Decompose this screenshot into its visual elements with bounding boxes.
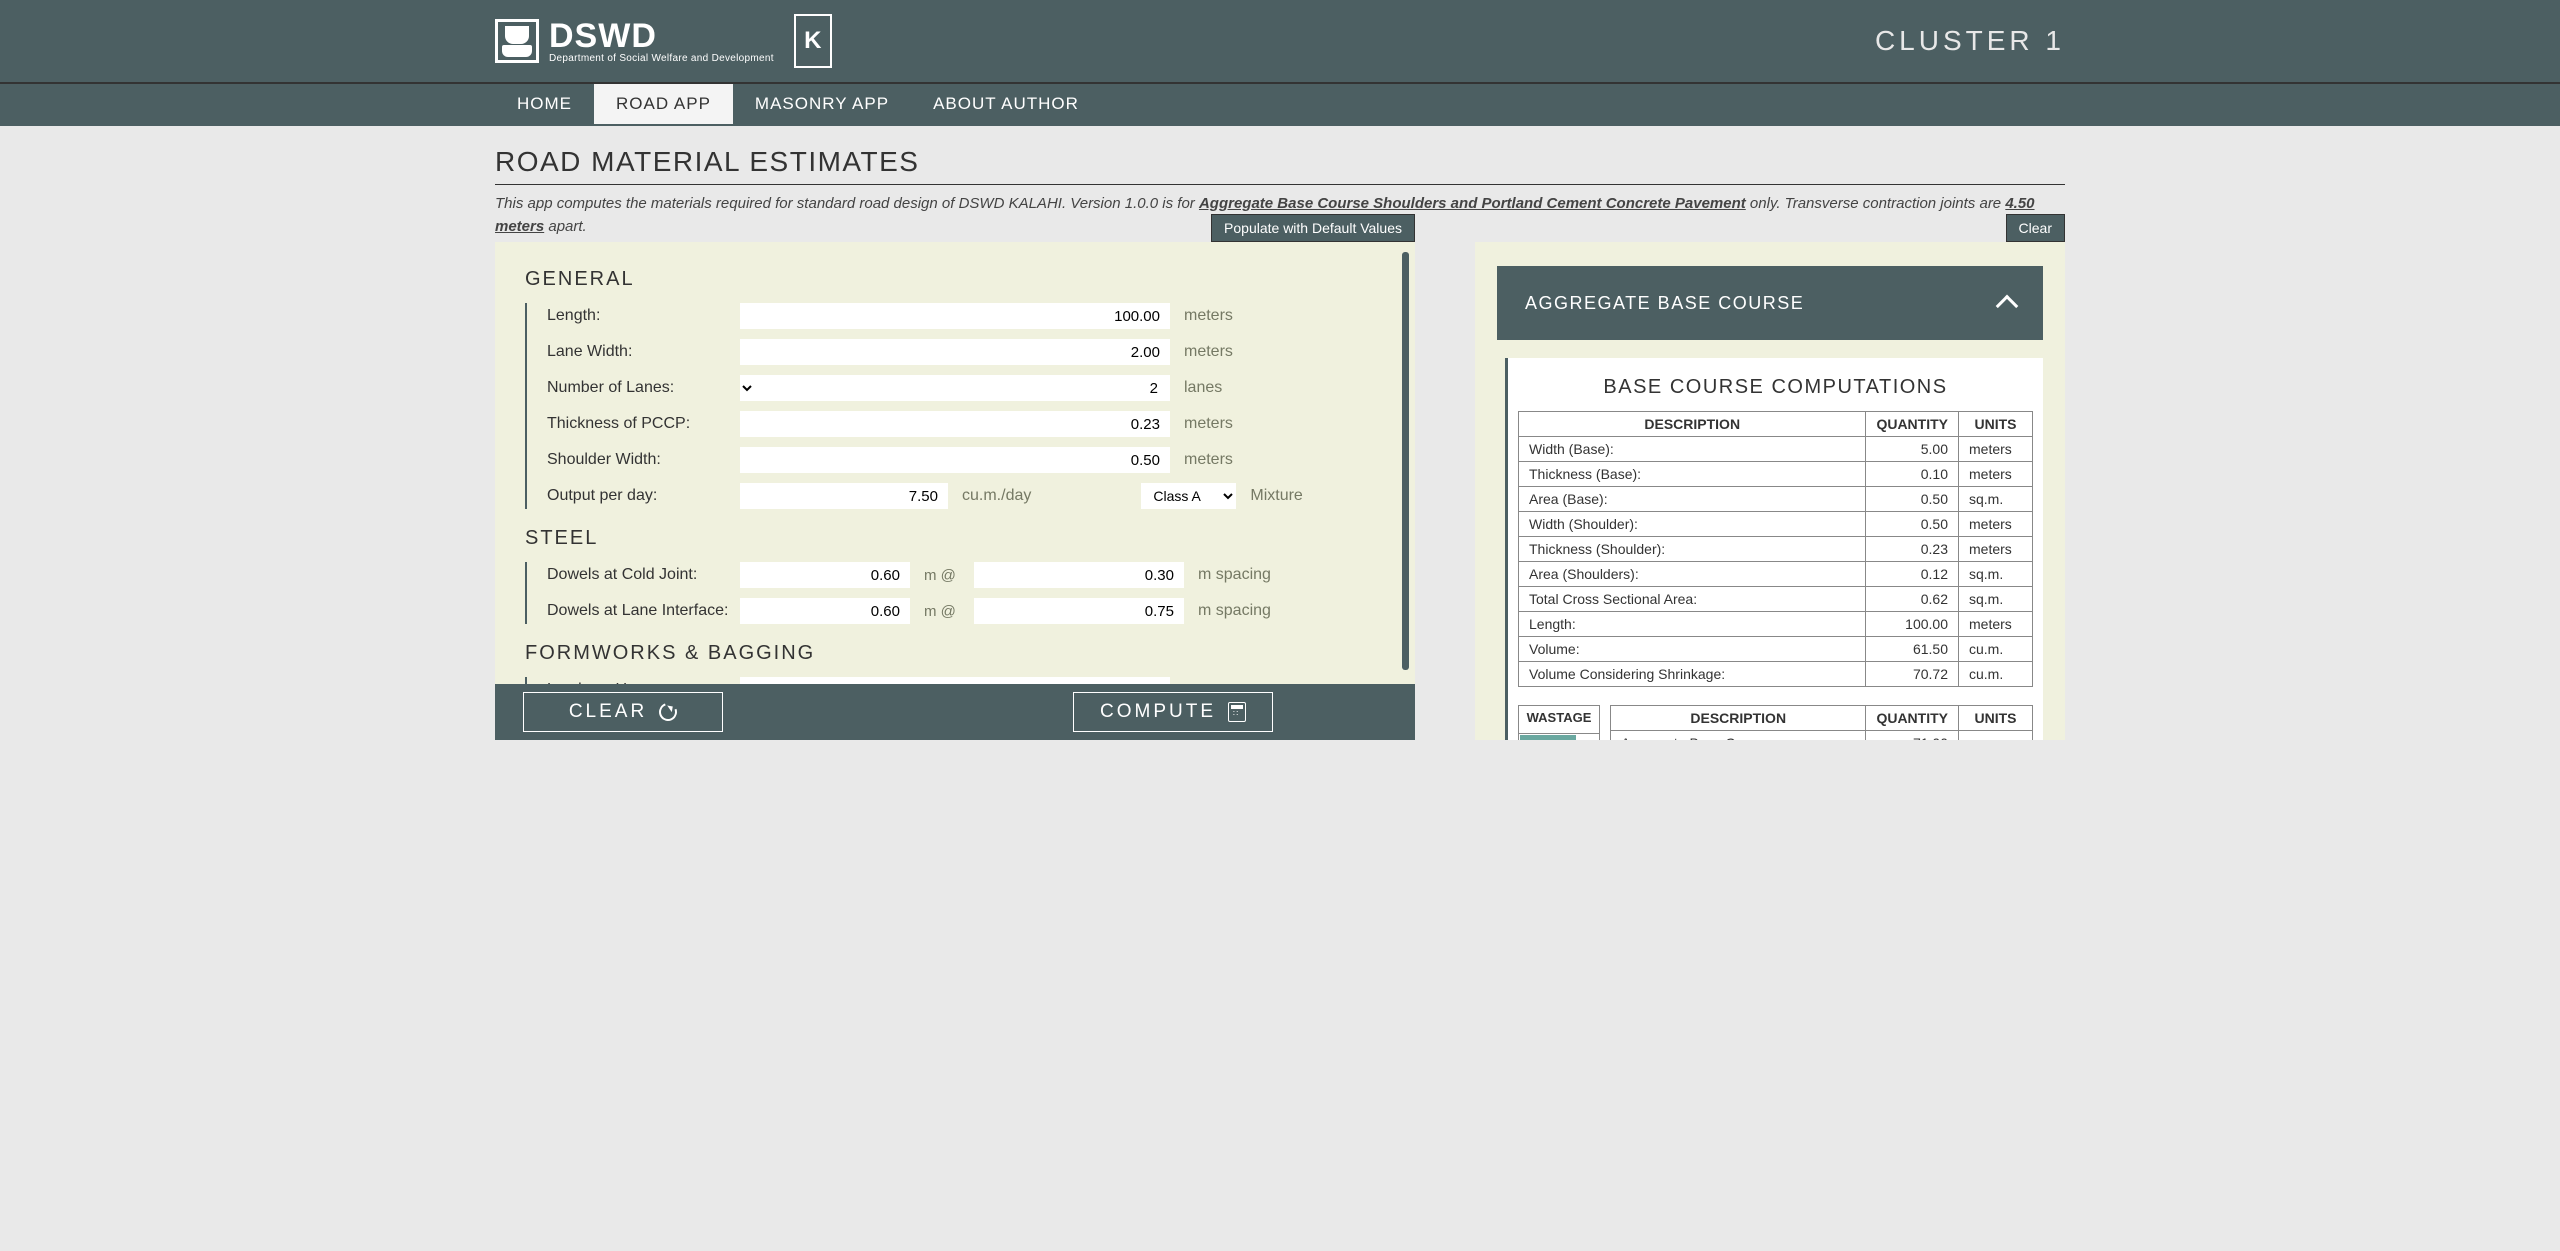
page-title: ROAD MATERIAL ESTIMATES: [495, 146, 2065, 178]
title-divider: [495, 184, 2065, 185]
unit-lanes: lanes: [1184, 379, 1222, 397]
input-dowel-cold-length[interactable]: [740, 562, 910, 588]
input-dowel-cold-spacing[interactable]: [974, 562, 1184, 588]
input-dowel-lane-spacing[interactable]: [974, 598, 1184, 624]
col-units: UNITS: [1959, 412, 2033, 437]
table-row: Volume:61.50cu.m.: [1519, 637, 2033, 662]
calculator-icon: ∷: [1228, 702, 1246, 722]
unit-meters: meters: [1184, 415, 1233, 433]
compute-button[interactable]: COMPUTE ∷: [1073, 692, 1273, 732]
table-row: Width (Shoulder):0.50meters: [1519, 512, 2033, 537]
col-description: DESCRIPTION: [1611, 706, 1866, 731]
chevron-up-icon: [1996, 295, 2019, 318]
unit-m-spacing: m spacing: [1198, 566, 1271, 584]
section-steel: STEEL: [525, 527, 1415, 550]
section-formworks: FORMWORKS & BAGGING: [525, 642, 1415, 665]
unit-cumday: cu.m./day: [962, 487, 1031, 505]
input-pccp[interactable]: [740, 411, 1170, 437]
table-row: Aggregate Base Course 71.00 cu.m.: [1611, 731, 2033, 741]
section-general: GENERAL: [525, 268, 1415, 291]
unit-meters: meters: [1184, 307, 1233, 325]
nav-road-app[interactable]: ROAD APP: [594, 84, 733, 124]
table-row: Area (Base):0.50sq.m.: [1519, 487, 2033, 512]
select-num-lanes[interactable]: 2: [740, 375, 1170, 401]
brand-subtext: Department of Social Welfare and Develop…: [549, 53, 774, 64]
clear-button[interactable]: CLEAR: [523, 692, 723, 732]
table-row: Volume Considering Shrinkage:70.72cu.m.: [1519, 662, 2033, 687]
populate-defaults-button[interactable]: Populate with Default Values: [1211, 214, 1415, 242]
clear-output-button[interactable]: Clear: [2006, 214, 2065, 242]
input-panel: GENERAL Length: meters Lane Width: meter…: [495, 242, 1415, 740]
scrollbar[interactable]: [1402, 252, 1409, 670]
computations-table: DESCRIPTION QUANTITY UNITS Width (Base):…: [1518, 411, 2033, 687]
unit-m-at: m @: [924, 567, 960, 584]
output-panel: AGGREGATE BASE COURSE BASE COURSE COMPUT…: [1475, 242, 2065, 740]
nav-home[interactable]: HOME: [495, 84, 594, 124]
label-length: Length:: [547, 307, 740, 325]
computations-title: BASE COURSE COMPUTATIONS: [1518, 376, 2033, 399]
logo-area: DSWD Department of Social Welfare and De…: [495, 14, 832, 68]
table-row: Length:100.00meters: [1519, 612, 2033, 637]
col-quantity: QUANTITY: [1866, 412, 1959, 437]
label-dowel-lane: Dowels at Lane Interface:: [547, 602, 740, 620]
table-row: Area (Shoulders):0.12sq.m.: [1519, 562, 2033, 587]
label-shoulder: Shoulder Width:: [547, 451, 740, 469]
refresh-icon: [656, 700, 680, 724]
unit-meters: meters: [1184, 343, 1233, 361]
action-bar: CLEAR COMPUTE ∷: [495, 684, 1415, 740]
label-lane-width: Lane Width:: [547, 343, 740, 361]
kalahi-logo-icon: [794, 14, 832, 68]
input-lane-width[interactable]: [740, 339, 1170, 365]
cluster-label: CLUSTER 1: [1875, 25, 2065, 57]
input-dowel-lane-length[interactable]: [740, 598, 910, 624]
accordion-title: AGGREGATE BASE COURSE: [1525, 293, 1804, 314]
unit-meters: meters: [1184, 451, 1233, 469]
input-output[interactable]: [740, 483, 948, 509]
select-mixture[interactable]: Class A: [1141, 483, 1236, 509]
table-row: Thickness (Shoulder):0.23meters: [1519, 537, 2033, 562]
wastage-box: WASTAGE %: [1518, 705, 1600, 740]
nav-about-author[interactable]: ABOUT AUTHOR: [911, 84, 1101, 124]
dswd-logo-icon: [495, 19, 539, 63]
label-dowel-cold: Dowels at Cold Joint:: [547, 566, 740, 584]
label-num-lanes: Number of Lanes:: [547, 379, 740, 397]
col-description: DESCRIPTION: [1519, 412, 1866, 437]
col-units: UNITS: [1959, 706, 2033, 731]
wastage-header: WASTAGE: [1519, 706, 1599, 734]
label-output: Output per day:: [547, 487, 740, 505]
unit-m-at: m @: [924, 603, 960, 620]
app-header: DSWD Department of Social Welfare and De…: [0, 0, 2560, 84]
computations-box: BASE COURSE COMPUTATIONS DESCRIPTION QUA…: [1505, 358, 2043, 740]
unit-m-spacing: m spacing: [1198, 602, 1271, 620]
input-shoulder[interactable]: [740, 447, 1170, 473]
accordion-aggregate-base-course[interactable]: AGGREGATE BASE COURSE: [1497, 266, 2043, 340]
nav-bar: HOME ROAD APP MASONRY APP ABOUT AUTHOR: [0, 84, 2560, 126]
input-wastage[interactable]: [1520, 735, 1576, 740]
col-quantity: QUANTITY: [1866, 706, 1959, 731]
table-row: Total Cross Sectional Area:0.62sq.m.: [1519, 587, 2033, 612]
nav-masonry-app[interactable]: MASONRY APP: [733, 84, 911, 124]
table-row: Width (Base):5.00meters: [1519, 437, 2033, 462]
result-table: DESCRIPTION QUANTITY UNITS Aggregate Bas…: [1610, 705, 2033, 740]
table-row: Thickness (Base):0.10meters: [1519, 462, 2033, 487]
unit-mixture: Mixture: [1250, 487, 1302, 505]
brand-text: DSWD: [549, 19, 774, 53]
label-pccp: Thickness of PCCP:: [547, 415, 740, 433]
input-length[interactable]: [740, 303, 1170, 329]
dswd-logo: DSWD Department of Social Welfare and De…: [495, 19, 774, 64]
